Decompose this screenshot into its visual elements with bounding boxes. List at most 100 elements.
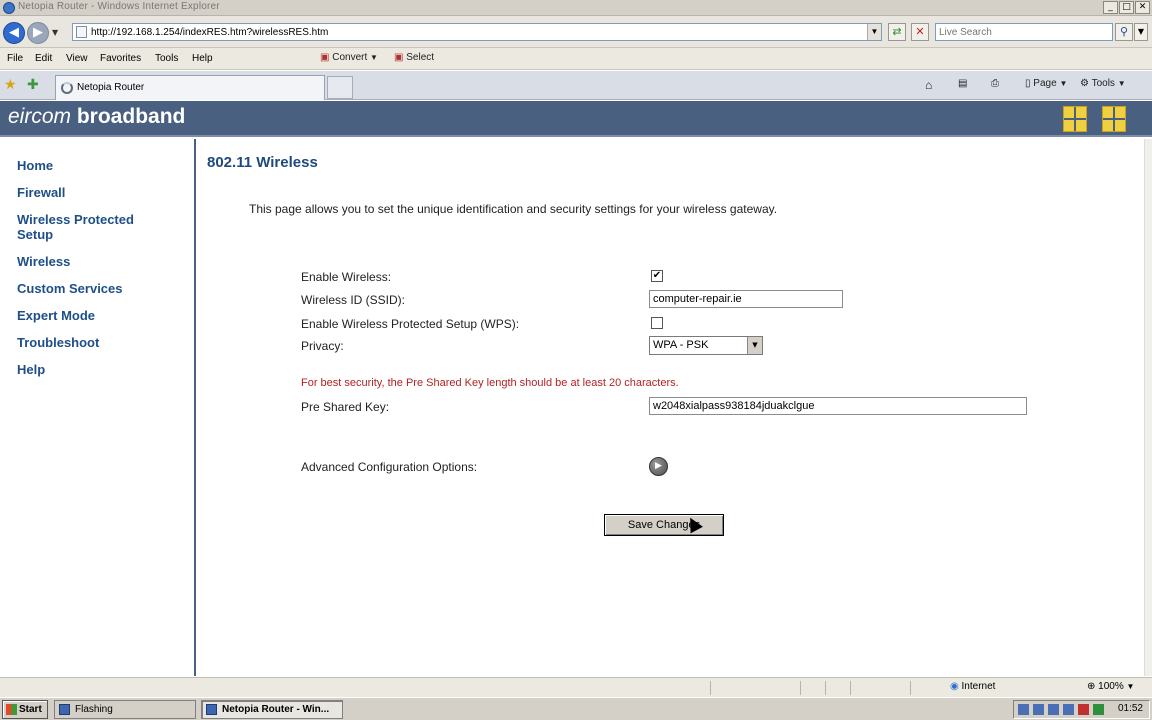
globe-icon: ◉ [950,681,959,692]
back-button[interactable]: ◀ [3,22,25,44]
taskbar-item-label: Netopia Router - Win... [222,704,330,715]
wps-checkbox[interactable] [651,317,663,329]
menu-edit[interactable]: Edit [35,53,52,64]
status-divider [910,681,911,695]
enable-wireless-label: Enable Wireless: [301,270,392,284]
taskbar-item-flashing[interactable]: Flashing [54,700,196,719]
search-options-icon[interactable]: ▼ [1134,23,1148,41]
menu-view[interactable]: View [66,53,88,64]
save-changes-button[interactable]: Save Changes [604,514,724,536]
sidebar-item-help[interactable]: Help [17,362,45,377]
gear-icon: ⚙ [1080,78,1089,89]
taskbar-item-netopia-router[interactable]: Netopia Router - Win... [201,700,343,719]
tray-icon[interactable] [1093,704,1104,715]
wps-label: Enable Wireless Protected Setup (WPS): [301,317,520,331]
refresh-button[interactable]: ⇄ [888,23,906,41]
main-content: 802.11 Wireless This page allows you to … [198,139,1144,676]
history-dropdown-icon[interactable]: ▼ [52,28,58,37]
status-divider [850,681,851,695]
sidebar-item-wireless[interactable]: Wireless [17,254,70,269]
chevron-down-icon[interactable]: ▼ [747,337,762,354]
banner-decoration [925,105,1040,133]
tab-bar: ★ ✚ Netopia Router ⌂ ▤ ⎙ ▯ Page ▼ ⚙ Tool… [0,71,1152,100]
convert-button[interactable]: ▣ Convert ▼ [320,52,378,63]
select-label: Select [406,52,435,63]
app-icon [59,704,70,715]
window-controls: _ □ ✕ [1103,1,1150,14]
tools-menu[interactable]: ⚙ Tools ▼ [1080,78,1126,89]
tray-icon[interactable] [1018,704,1029,715]
loading-icon [61,82,73,94]
zoom-icon: ⊕ [1087,681,1096,692]
zone-label: Internet [961,681,996,692]
enable-wireless-checkbox[interactable]: ✔ [651,270,663,282]
status-bar: ◉ Internet ⊕ 100% ▼ [0,677,1152,697]
privacy-selected-value: WPA - PSK [653,339,709,351]
stop-button[interactable]: ✕ [911,23,929,41]
tray-icon[interactable] [1063,704,1074,715]
status-divider [710,681,711,695]
minimize-button[interactable]: _ [1103,1,1118,14]
print-icon[interactable]: ⎙ [991,78,999,89]
start-label: Start [19,704,42,715]
close-window-button[interactable]: ✕ [1135,1,1150,14]
privacy-select[interactable]: WPA - PSK ▼ [649,336,763,355]
tray-icon[interactable] [1048,704,1059,715]
eircom-logo: eircom broadband [8,105,186,128]
menu-file[interactable]: File [7,53,23,64]
psk-input[interactable] [649,397,1027,415]
page-icon [76,26,87,38]
address-dropdown-icon[interactable]: ▼ [867,24,881,40]
zoom-level[interactable]: ⊕ 100% ▼ [1087,681,1134,692]
zoom-label: 100% [1098,681,1124,692]
url-input[interactable] [91,25,861,39]
sidebar-item-custom-services[interactable]: Custom Services [17,281,123,296]
window-logo-icon-2 [1102,106,1126,132]
ssid-input[interactable] [649,290,843,308]
window-title: Netopia Router - Windows Internet Explor… [18,1,220,12]
zoom-dropdown-icon: ▼ [1126,682,1135,691]
ie-logo-icon [3,2,15,14]
advanced-options-arrow-icon[interactable]: ▶ [649,457,668,476]
page-menu[interactable]: ▯ Page ▼ [1025,78,1067,89]
search-box[interactable] [935,23,1113,41]
menu-tools[interactable]: Tools [155,53,178,64]
select-button[interactable]: ▣ Select [394,52,434,63]
window-logo-icon [1063,106,1087,132]
sidebar-item-expert-mode[interactable]: Expert Mode [17,308,95,323]
page-scrollbar[interactable] [1144,139,1152,676]
start-button[interactable]: Start [2,700,48,719]
sidebar-item-firewall[interactable]: Firewall [17,185,65,200]
feeds-icon[interactable]: ▤ [958,78,967,89]
menu-help[interactable]: Help [192,53,213,64]
psk-label: Pre Shared Key: [301,400,390,414]
windows-flag-icon [6,704,17,715]
status-divider [800,681,801,695]
select-icon: ▣ [394,52,404,63]
page-icon-small: ▯ [1025,78,1031,89]
sidebar-item-wireless-protected-setup[interactable]: Wireless Protected Setup [17,212,167,242]
tab-netopia-router[interactable]: Netopia Router [55,75,325,100]
menu-bar: File Edit View Favorites Tools Help ▣ Co… [0,48,1152,70]
privacy-label: Privacy: [301,339,344,353]
new-tab-button[interactable] [327,76,353,99]
address-bar[interactable]: ▼ [72,23,882,41]
tray-icon[interactable] [1033,704,1044,715]
add-favorites-icon[interactable]: ✚ [27,77,39,93]
menu-favorites[interactable]: Favorites [100,53,141,64]
page-menu-label: Page [1033,78,1057,89]
favorites-star-icon[interactable]: ★ [4,77,17,93]
forward-button[interactable]: ▶ [27,22,49,44]
home-icon[interactable]: ⌂ [925,78,932,92]
maximize-button[interactable]: □ [1119,1,1134,14]
system-tray: 01:52 [1013,700,1150,719]
page-title: 802.11 Wireless [207,154,318,171]
tray-icon[interactable] [1078,704,1089,715]
psk-warning: For best security, the Pre Shared Key le… [301,377,679,389]
sidebar-item-home[interactable]: Home [17,158,53,173]
search-icon[interactable]: ⚲ [1115,23,1133,41]
search-input[interactable] [936,24,1112,40]
security-zone: ◉ Internet [950,681,995,692]
sidebar-item-troubleshoot[interactable]: Troubleshoot [17,335,99,350]
ie-icon [206,704,217,715]
